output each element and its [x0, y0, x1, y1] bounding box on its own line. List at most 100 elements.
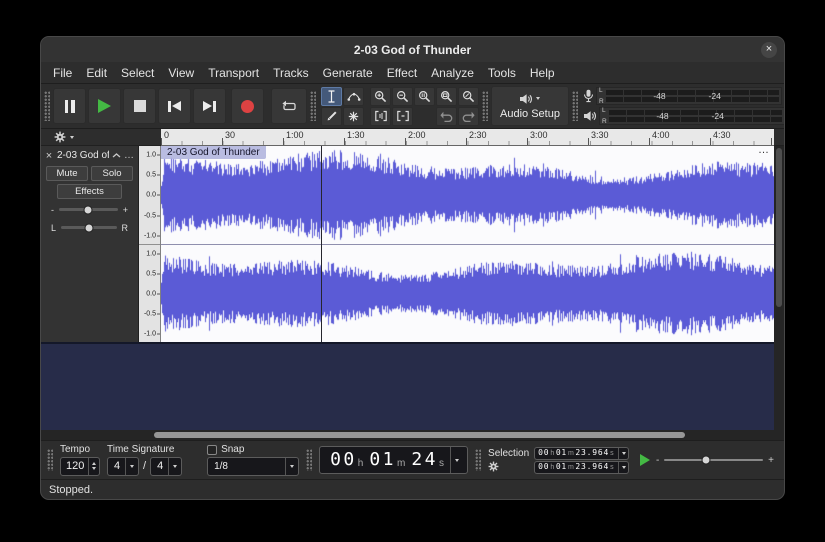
fit-project-button[interactable] — [436, 87, 457, 106]
audio-track: × 2-03 God of... … Mute Solo Effects - + — [41, 146, 774, 344]
horizontal-scrollbar[interactable] — [41, 430, 784, 440]
play-button[interactable] — [88, 88, 121, 124]
vertical-scrollbar-thumb[interactable] — [776, 148, 782, 307]
meter-scale-label: -48 — [653, 91, 665, 101]
menu-item-help[interactable]: Help — [523, 64, 562, 82]
selection-time-field[interactable]: 00h01m23.964s — [534, 447, 629, 460]
menu-item-tracks[interactable]: Tracks — [266, 64, 316, 82]
timeline-tick-label: 4:30 — [713, 130, 731, 140]
tempo-input[interactable]: 120 — [60, 457, 100, 476]
menu-item-transport[interactable]: Transport — [201, 64, 266, 82]
time-signature-label: Time Signature — [107, 445, 182, 455]
pan-slider[interactable]: L R — [44, 220, 135, 235]
menu-item-tools[interactable]: Tools — [481, 64, 523, 82]
multi-tool-icon — [348, 111, 359, 122]
selection-tool-button[interactable] — [321, 87, 342, 106]
ibeam-icon — [327, 90, 336, 103]
horizontal-scrollbar-thumb[interactable] — [154, 432, 685, 438]
toolbar-grip[interactable] — [44, 91, 50, 121]
redo-button[interactable] — [458, 107, 479, 126]
toolbar-grip[interactable] — [310, 91, 316, 121]
skip-to-start-button[interactable] — [158, 88, 191, 124]
microphone-icon — [583, 89, 594, 103]
recording-meter[interactable]: L R -48 -24 — [583, 87, 785, 105]
audio-setup-button[interactable]: Audio Setup — [491, 86, 569, 126]
timeline-options-button[interactable] — [41, 129, 161, 146]
speed-slider-thumb[interactable] — [701, 456, 710, 465]
zoom-selection-button[interactable] — [414, 87, 435, 106]
waveform-canvas[interactable] — [161, 245, 774, 343]
menu-item-generate[interactable]: Generate — [316, 64, 380, 82]
pause-button[interactable] — [53, 88, 86, 124]
tempo-spinner[interactable] — [88, 458, 99, 475]
ts-upper-value: 4 — [114, 460, 120, 472]
waveform-area[interactable]: 2-03 God of Thunder … — [161, 146, 774, 342]
timeline-tick-label: 3:30 — [591, 130, 609, 140]
draw-tool-button[interactable] — [321, 107, 342, 126]
speed-slider-track[interactable] — [664, 459, 763, 461]
waveform-channel-left[interactable] — [161, 146, 774, 245]
mute-button[interactable]: Mute — [46, 166, 88, 181]
track-overflow-button[interactable]: … — [758, 144, 770, 156]
multi-tool-button[interactable] — [343, 107, 364, 126]
stop-button[interactable] — [123, 88, 156, 124]
audio-position-display[interactable]: 00h01m24s — [319, 446, 468, 474]
titlebar[interactable]: 2-03 God of Thunder × — [41, 37, 784, 62]
menu-item-effect[interactable]: Effect — [380, 64, 424, 82]
play-speed-slider[interactable]: - + — [656, 455, 774, 466]
playback-meter[interactable]: L R -48 -24 — [583, 107, 785, 125]
envelope-tool-button[interactable] — [343, 87, 364, 106]
vertical-scrollbar[interactable] — [774, 146, 784, 430]
track-collapse-button[interactable] — [112, 153, 121, 158]
menu-item-select[interactable]: Select — [114, 64, 161, 82]
time-signature-upper-select[interactable]: 4 — [107, 457, 139, 476]
trim-audio-button[interactable] — [370, 107, 391, 126]
menu-item-edit[interactable]: Edit — [79, 64, 114, 82]
menu-item-analyze[interactable]: Analyze — [424, 64, 481, 82]
toolbar-grip[interactable] — [306, 449, 312, 471]
zoom-out-button[interactable] — [392, 87, 413, 106]
gain-slider-track[interactable] — [59, 208, 118, 211]
track-name[interactable]: 2-03 God of... — [57, 150, 109, 161]
toolbar-grip[interactable] — [482, 91, 488, 121]
selection-time-field[interactable]: 00h01m23.964s — [534, 461, 629, 474]
vertical-scale-ruler[interactable]: 1.00.50.0-0.5-1.0 1.00.50.0-0.5-1.0 — [139, 146, 161, 342]
pan-slider-track[interactable] — [61, 226, 116, 229]
waveform-channel-right[interactable] — [161, 245, 774, 343]
timeline-ruler[interactable]: 0301:001:302:002:303:003:304:004:305:00 — [161, 129, 774, 146]
toolbar-grip[interactable] — [475, 449, 481, 471]
track-menu-button[interactable]: … — [124, 152, 135, 160]
undo-button[interactable] — [436, 107, 457, 126]
tempo-group: Tempo 120 — [60, 445, 100, 476]
gain-slider[interactable]: - + — [44, 202, 135, 217]
menu-item-file[interactable]: File — [46, 64, 79, 82]
zoom-out-icon — [396, 90, 409, 103]
window-close-button[interactable]: × — [761, 42, 777, 58]
pan-slider-thumb[interactable] — [84, 223, 93, 232]
time-display-value: 00h01m24s — [330, 451, 450, 469]
gain-slider-thumb[interactable] — [84, 205, 93, 214]
play-at-speed-button[interactable] — [640, 454, 650, 466]
track-close-button[interactable]: × — [44, 150, 54, 162]
record-button[interactable] — [231, 88, 264, 124]
timeline-row: 0301:001:302:002:303:003:304:004:305:00 — [41, 129, 784, 146]
window-title: 2-03 God of Thunder — [354, 43, 471, 57]
skip-to-end-button[interactable] — [193, 88, 226, 124]
selection-settings-button[interactable] — [488, 461, 499, 472]
tempo-label: Tempo — [60, 445, 100, 455]
time-signature-lower-select[interactable]: 4 — [150, 457, 182, 476]
loop-button[interactable] — [271, 88, 307, 124]
menu-item-view[interactable]: View — [161, 64, 201, 82]
snap-checkbox[interactable] — [207, 445, 217, 455]
toolbar-grip[interactable] — [47, 449, 53, 471]
silence-audio-button[interactable] — [392, 107, 413, 126]
snap-select[interactable]: 1/8 — [207, 457, 299, 476]
track-title-overlay[interactable]: 2-03 God of Thunder — [161, 146, 266, 159]
solo-button[interactable]: Solo — [91, 166, 133, 181]
ruler-corner — [774, 129, 784, 146]
waveform-canvas[interactable] — [161, 146, 774, 244]
zoom-in-button[interactable] — [370, 87, 391, 106]
toolbar-grip[interactable] — [572, 91, 578, 121]
zoom-toggle-button[interactable] — [458, 87, 479, 106]
effects-button[interactable]: Effects — [57, 184, 122, 199]
